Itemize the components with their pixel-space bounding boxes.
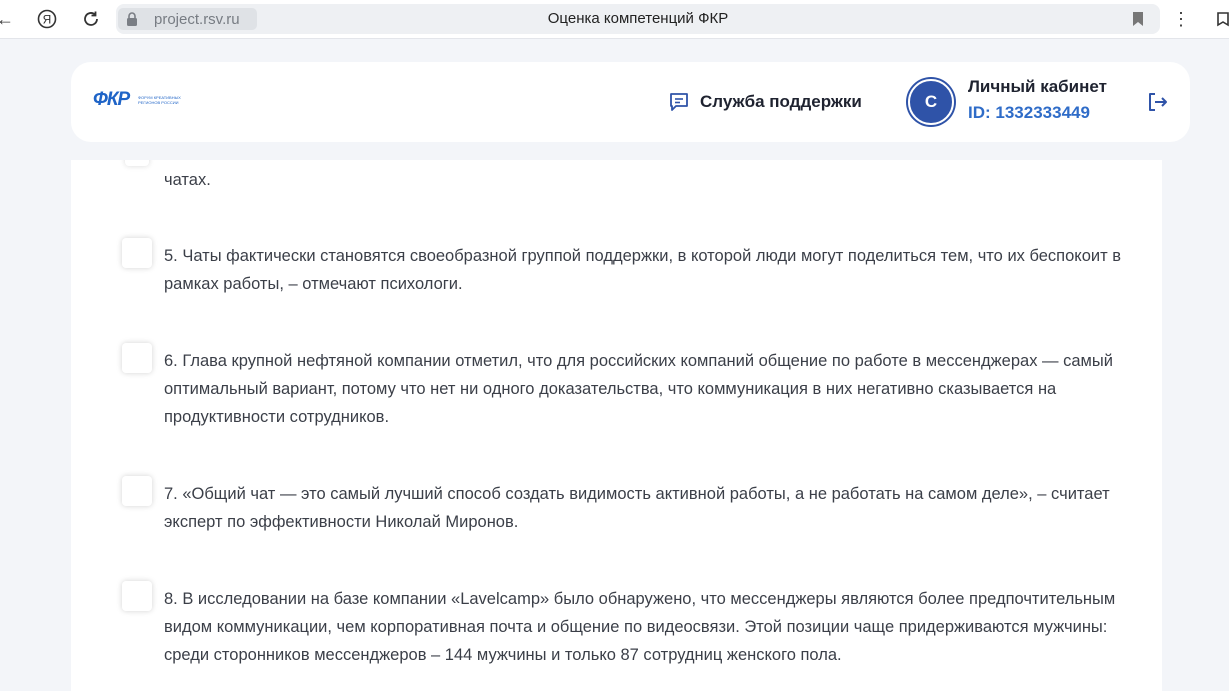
menu-dots-icon[interactable]: ⋮ [1170, 8, 1192, 30]
logo-mark: ФКР [93, 89, 130, 110]
avatar[interactable]: С [908, 79, 954, 125]
logout-icon[interactable] [1145, 90, 1169, 114]
logo-subtext: ФОРУМ КРЕАТИВНЫХ РЕГИОНОВ РОССИИ [138, 95, 181, 105]
yandex-icon[interactable]: Я [36, 8, 58, 30]
account-title[interactable]: Личный кабинет [968, 77, 1107, 97]
back-icon[interactable]: ← [0, 8, 16, 30]
bookmark-icon[interactable] [1132, 11, 1144, 27]
option-text-7: 7. «Общий чат — это самый лучший способ … [164, 485, 1110, 531]
site-header: ФКР ФОРУМ КРЕАТИВНЫХ РЕГИОНОВ РОССИИ Слу… [71, 62, 1190, 142]
option-text-8: 8. В исследовании на базе компании «Lave… [164, 590, 1116, 664]
support-label: Служба поддержки [700, 92, 862, 111]
page-title: Оценка компетенций ФКР [547, 10, 729, 27]
option-checkbox-6[interactable] [122, 343, 152, 373]
option-text-5: 5. Чаты фактически становятся своеобразн… [164, 247, 1121, 293]
browser-toolbar: ← Я project.rsv.ru Оценка компетенций ФК… [0, 0, 1229, 39]
option-text-6: 6. Глава крупной нефтяной компании отмет… [164, 352, 1113, 426]
option-checkbox-8[interactable] [122, 581, 152, 611]
support-link[interactable]: Служба поддержки [668, 89, 862, 115]
extensions-icon[interactable] [1212, 8, 1229, 30]
option-text-fragment: чатах. [164, 171, 211, 189]
checkbox[interactable] [125, 160, 149, 166]
question-options-list: чатах. 5. Чаты фактически становятся сво… [71, 160, 1162, 691]
svg-text:Я: Я [43, 13, 52, 27]
fkr-logo[interactable]: ФКР ФОРУМ КРЕАТИВНЫХ РЕГИОНОВ РОССИИ [93, 89, 181, 111]
account-id: ID: 1332333449 [968, 103, 1090, 122]
option-checkbox-5[interactable] [122, 238, 152, 268]
address-bar[interactable]: project.rsv.ru Оценка компетенций ФКР [116, 4, 1160, 34]
option-checkbox-7[interactable] [122, 476, 152, 506]
reload-icon[interactable] [80, 8, 102, 30]
chat-icon [670, 93, 688, 111]
